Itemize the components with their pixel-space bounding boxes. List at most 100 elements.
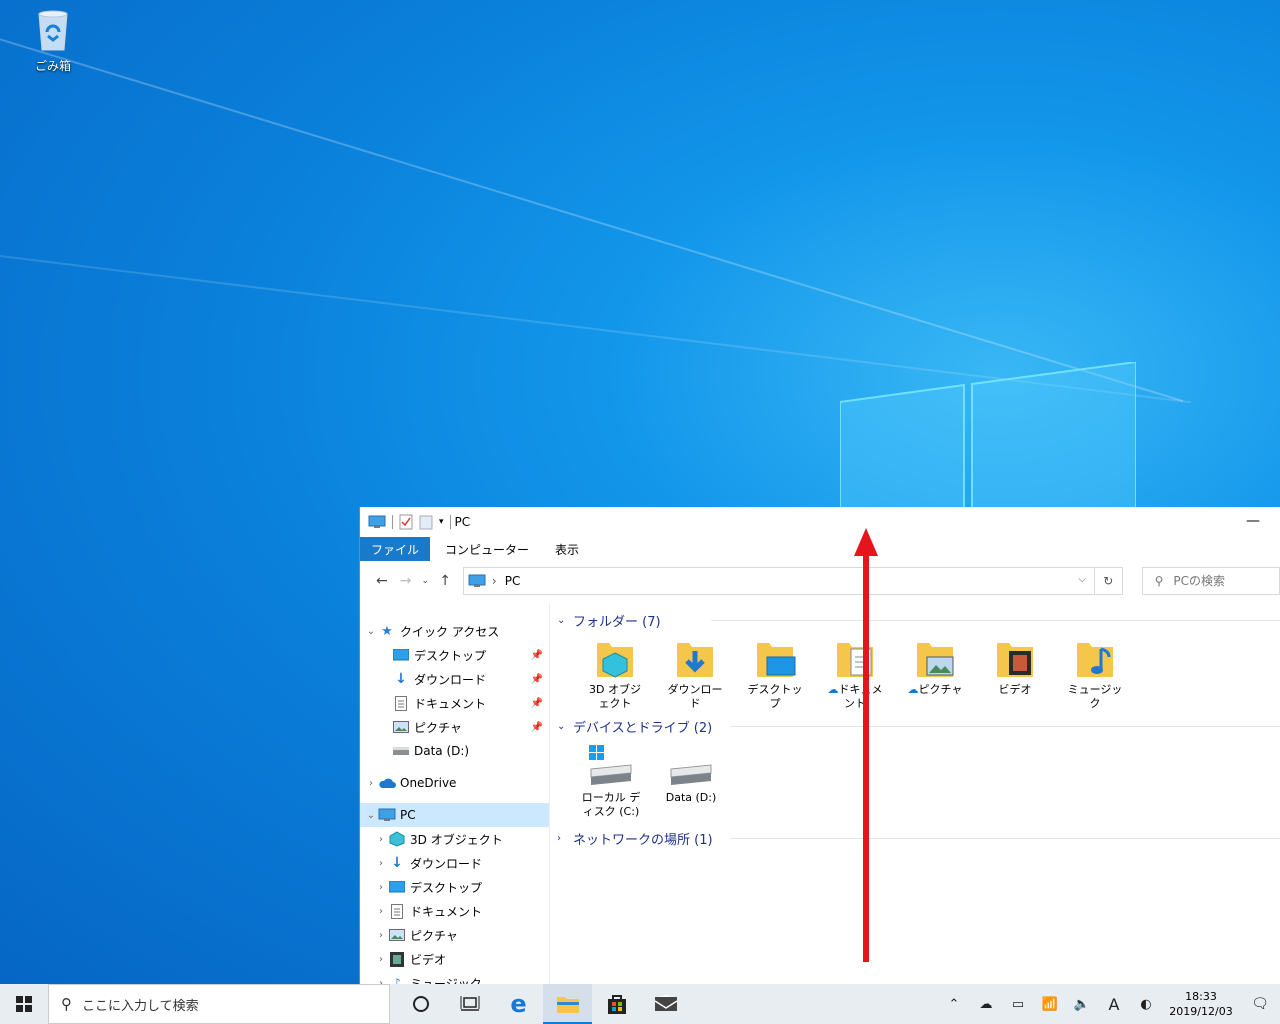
nav-item-pictures[interactable]: ピクチャ 📌: [360, 715, 549, 739]
ime-icon[interactable]: ◐: [1130, 997, 1162, 1012]
tile-label: ミュージック: [1067, 683, 1123, 710]
drive-local-c[interactable]: ローカル ディスク (C:): [571, 743, 651, 819]
tile-label: ローカル ディスク (C:): [581, 791, 641, 818]
nav-item-desktop[interactable]: デスクトップ 📌: [360, 643, 549, 667]
ime-mode-indicator[interactable]: A: [1098, 995, 1130, 1014]
nav-item-data-drive[interactable]: Data (D:): [360, 739, 549, 763]
chevron-right-icon[interactable]: ›: [557, 833, 571, 844]
nav-label: ミュージック: [410, 976, 482, 985]
desktop-icon: [392, 647, 410, 663]
folder-videos[interactable]: ビデオ: [975, 635, 1055, 711]
document-icon: [392, 695, 410, 711]
chevron-down-icon[interactable]: ⌄: [364, 810, 378, 821]
chevron-down-icon[interactable]: ⌄: [364, 626, 378, 637]
tab-file[interactable]: ファイル: [360, 537, 431, 561]
start-button[interactable]: [0, 984, 48, 1024]
nav-item-3d-objects[interactable]: › 3D オブジェクト: [360, 827, 549, 851]
cortana-button[interactable]: [396, 984, 445, 1024]
nav-label: ダウンロード: [414, 672, 487, 687]
nav-label: Data (D:): [414, 744, 470, 758]
group-label: ネットワークの場所 (1): [573, 832, 713, 848]
nav-label: ビデオ: [410, 952, 447, 967]
clock-date: 2019/12/03: [1169, 1005, 1233, 1018]
download-icon: ↓: [395, 671, 407, 687]
nav-item-downloads[interactable]: › ↓ ダウンロード: [360, 851, 549, 875]
nav-onedrive[interactable]: › OneDrive: [360, 771, 549, 795]
chevron-down-icon[interactable]: ⌄: [557, 615, 571, 626]
file-explorer-button[interactable]: [543, 984, 592, 1024]
mail-button[interactable]: [641, 984, 690, 1024]
tab-view[interactable]: 表示: [544, 537, 590, 561]
back-button[interactable]: ←: [370, 573, 394, 589]
chevron-right-icon[interactable]: ›: [374, 930, 388, 941]
nav-item-music[interactable]: › ♪ ミュージック: [360, 971, 549, 984]
folder-desktop[interactable]: デスクトップ: [735, 635, 815, 711]
clock[interactable]: 18:33 2019/12/03: [1162, 989, 1240, 1019]
folder-pictures[interactable]: ☁ピクチャ: [895, 635, 975, 711]
chevron-right-icon: ›: [491, 573, 497, 588]
group-header-network[interactable]: › ネットワークの場所 (1): [551, 827, 1280, 849]
group-header-folders[interactable]: ⌄ フォルダー (7): [551, 609, 1280, 631]
nav-quick-access[interactable]: ⌄ ★ クイック アクセス: [360, 619, 549, 643]
desktop-folder-icon: [757, 643, 796, 677]
chevron-down-icon[interactable]: ⌵: [1078, 574, 1086, 585]
tile-label: Data (D:): [665, 791, 717, 804]
nav-item-pictures[interactable]: › ピクチャ: [360, 923, 549, 947]
pc-icon: [368, 515, 386, 528]
folder-music[interactable]: ミュージック: [1055, 635, 1135, 711]
pin-icon[interactable]: 📌: [531, 650, 543, 661]
chevron-down-icon[interactable]: ▾: [439, 517, 444, 527]
chevron-down-icon[interactable]: ⌄: [557, 721, 571, 732]
folder-tiles: 3D オブジェクト ダウンロード デスクトップ ☁ドキュメント ☁ピクチャ ビデ…: [551, 635, 1280, 711]
taskbar: ⚲ ここに入力して検索 e ⌃ ☁ ▭ 📶 🔈 A ◐ 18:33 2019/1…: [0, 984, 1280, 1024]
chevron-right-icon[interactable]: ›: [374, 834, 388, 845]
up-button[interactable]: ↑: [433, 573, 457, 589]
recycle-bin[interactable]: ごみ箱: [24, 8, 82, 74]
chevron-right-icon[interactable]: ›: [364, 778, 378, 789]
chevron-right-icon[interactable]: ›: [374, 882, 388, 893]
nav-item-desktop[interactable]: › デスクトップ: [360, 875, 549, 899]
nav-item-videos[interactable]: › ビデオ: [360, 947, 549, 971]
ribbon-tabs: ファイル コンピューター 表示: [360, 537, 1280, 561]
new-folder-icon[interactable]: [419, 514, 433, 530]
nav-item-documents[interactable]: ドキュメント 📌: [360, 691, 549, 715]
group-header-devices[interactable]: ⌄ デバイスとドライブ (2): [551, 715, 1280, 737]
tile-label: ☁ピクチャ: [904, 683, 966, 697]
taskbar-search-placeholder: ここに入力して検索: [82, 998, 199, 1014]
pin-icon[interactable]: 📌: [531, 698, 543, 709]
volume-icon[interactable]: 🔈: [1066, 997, 1098, 1012]
nav-item-downloads[interactable]: ↓ ダウンロード 📌: [360, 667, 549, 691]
properties-icon[interactable]: [399, 514, 413, 530]
recycle-bin-label: ごみ箱: [34, 59, 71, 73]
notification-center-icon[interactable]: 🗨: [1240, 996, 1280, 1012]
wifi-icon[interactable]: 📶: [1034, 997, 1066, 1012]
pin-icon[interactable]: 📌: [531, 674, 543, 685]
chevron-right-icon[interactable]: ›: [374, 858, 388, 869]
minimize-button[interactable]: —: [1246, 513, 1260, 529]
task-view-button[interactable]: [445, 984, 494, 1024]
battery-icon[interactable]: ▭: [1002, 997, 1034, 1012]
tab-computer[interactable]: コンピューター: [434, 537, 540, 561]
nav-label: PC: [400, 808, 416, 822]
taskbar-search-input[interactable]: ⚲ ここに入力して検索: [48, 984, 390, 1024]
chevron-right-icon[interactable]: ›: [374, 906, 388, 917]
show-hidden-icons-button[interactable]: ⌃: [938, 997, 970, 1012]
search-input[interactable]: ⚲ PCの検索: [1141, 566, 1280, 595]
drive-icon: [670, 764, 712, 785]
nav-item-documents[interactable]: › ドキュメント: [360, 899, 549, 923]
store-button[interactable]: [592, 984, 641, 1024]
edge-button[interactable]: e: [494, 984, 543, 1024]
chevron-right-icon[interactable]: ›: [374, 954, 388, 965]
refresh-button[interactable]: ↻: [1094, 566, 1123, 595]
recent-locations-button[interactable]: ⌄: [417, 576, 433, 586]
forward-button[interactable]: →: [394, 573, 418, 589]
address-bar[interactable]: › PC ⌵: [462, 566, 1095, 595]
drive-icon: [392, 743, 410, 759]
pin-icon[interactable]: 📌: [531, 722, 543, 733]
onedrive-cloud-icon[interactable]: ☁: [970, 997, 1002, 1012]
drive-data-d[interactable]: Data (D:): [651, 743, 731, 819]
refresh-icon: ↻: [1103, 573, 1114, 588]
folder-3d-objects[interactable]: 3D オブジェクト: [575, 635, 655, 711]
folder-downloads[interactable]: ダウンロード: [655, 635, 735, 711]
nav-pc[interactable]: ⌄ PC: [360, 803, 549, 827]
